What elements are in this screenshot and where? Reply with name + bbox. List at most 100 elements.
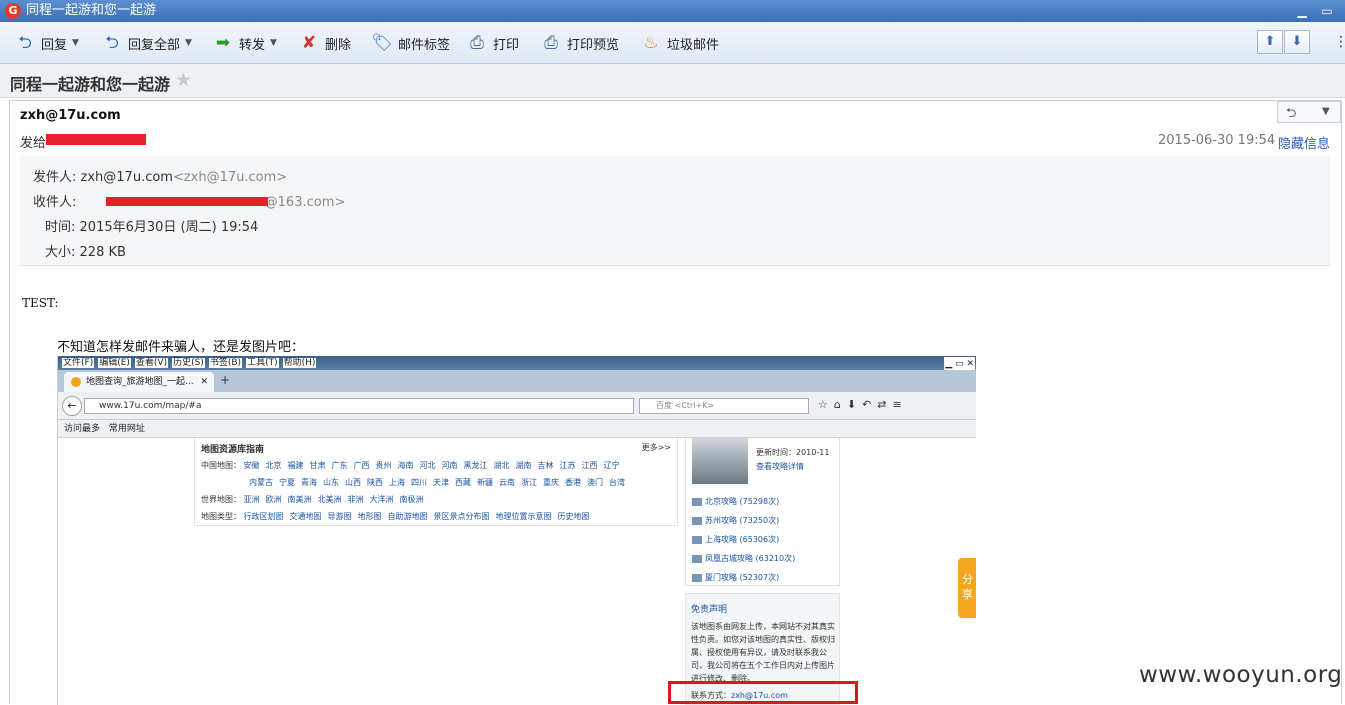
china-label: 中国地图： [201, 461, 241, 470]
china-province-link: 重庆 [543, 478, 559, 487]
guide-icon [692, 554, 702, 563]
world-region-link: 南美洲 [287, 495, 312, 504]
china-province-link: 内蒙古 [249, 478, 273, 487]
type-links: 行政区划图 交通地图 导游图 地形图 自助游地图 景区景点分布图 地理位置示意图 历史地图 [244, 512, 596, 521]
time-value: 2015年6月30日 (周二) 19:54 [79, 220, 259, 235]
redaction-mark [106, 197, 268, 206]
embedded-tab-title: 地图查询_旅游地图_一起... [86, 377, 194, 387]
sender-name[interactable]: zxh@17u.com [81, 170, 173, 185]
update-time: 更新时间：2010-11 [756, 448, 830, 457]
print-preview-icon: ⎙ [544, 33, 558, 53]
china-map-row-1: 中国地图： 安徽 北京 福建 甘肃 广东 广西 贵州 海南 河北 河南 黑龙江 湖北 湖南 吉林 江苏 江西辽… [201, 460, 626, 471]
embedded-urlbar: ← www.17u.com/map/#a 百度 <Ctrl+K> ☆⌂⬇↶⇄≡ [58, 392, 976, 420]
redaction-mark [46, 134, 146, 145]
chevron-down-icon[interactable]: ▼ [1322, 106, 1330, 117]
reply-button[interactable]: ⮌ 回复 ▼ [14, 31, 79, 55]
guide-item: 上海攻略 (65306次) [692, 534, 779, 545]
window-titlebar: G 同程一起游和您一起游 ▁ ▭ [0, 0, 1345, 22]
china-province-link: 香港 [565, 478, 581, 487]
quick-reply-icon[interactable]: ⮌ [1286, 104, 1296, 126]
prev-mail-button[interactable]: ⬆ [1257, 30, 1283, 54]
china-province-link: 浙江 [521, 478, 537, 487]
guide-item: 苏州攻略 (73250次) [692, 515, 779, 526]
china-province-link: 辽宁 [603, 461, 620, 470]
reply-label: 回复 [41, 37, 68, 53]
hide-info-link[interactable]: 隐藏信息 [1278, 133, 1330, 152]
map-type-row: 地图类型： 行政区划图 交通地图 导游图 地形图 自助游地图 景区景点分布图 地理位置示意图… [201, 511, 596, 522]
menu-bookmarks: 书签(B) [208, 358, 243, 368]
chevron-down-icon[interactable]: ▼ [270, 38, 277, 48]
print-preview-button[interactable]: ⎙ 打印预览 [540, 31, 619, 55]
map-type-link: 交通地图 [289, 512, 322, 521]
grid-menu-icon[interactable]: ⋮⋮ [1334, 34, 1345, 50]
mail-toolbar: ⮌ 回复 ▼ ⮌ 回复全部 ▼ ➡ 转发 ▼ ✘ 删除 🏷 邮件标签 ⎙ 打印 … [0, 22, 1345, 64]
subject-bar: 同程一起游和您一起游 ★ [0, 64, 1345, 98]
favicon-icon [71, 377, 81, 387]
embedded-search: 百度 <Ctrl+K> [639, 398, 809, 414]
star-icon[interactable]: ★ [175, 69, 192, 91]
sender-label: 发件人: [33, 170, 77, 185]
map-resource-guide: 地图资源库指南 更多>> 中国地图： 安徽 北京 福建 甘肃 广东 广西 贵州 海南 河北 河南黑… [194, 438, 678, 526]
embedded-window-controls-icon: ▁ ▭ ✕ [944, 357, 975, 371]
mail-datetime: 2015-06-30 19:54 [1158, 133, 1276, 148]
print-preview-label: 打印预览 [567, 37, 620, 53]
maximize-icon[interactable]: ▭ [1318, 2, 1336, 20]
chevron-down-icon[interactable]: ▼ [72, 38, 79, 48]
size-value: 228 KB [79, 245, 126, 260]
size-label: 大小: [45, 245, 76, 260]
china-province-link: 北京 [265, 461, 282, 470]
reply-all-button[interactable]: ⮌ 回复全部 ▼ [101, 31, 192, 55]
china-province-link: 贵州 [375, 461, 392, 470]
world-links: 亚洲 欧洲 南美洲 北美洲 非洲 大洋洲 南极洲 [244, 495, 430, 504]
china-province-link: 青海 [301, 478, 317, 487]
embedded-tab: 地图查询_旅游地图_一起... ✕ [64, 372, 214, 392]
view-guide-link: 查看攻略详情 [756, 462, 804, 471]
forward-button[interactable]: ➡ 转发 ▼ [212, 31, 277, 55]
watermark: www.wooyun.org [1139, 662, 1343, 688]
china-province-link: 山西 [345, 478, 361, 487]
fire-icon: ♨ [643, 33, 659, 53]
chevron-down-icon[interactable]: ▼ [185, 38, 192, 48]
world-region-link: 非洲 [347, 495, 364, 504]
spam-button[interactable]: ♨ 垃圾邮件 [640, 31, 719, 55]
plus-icon: + [220, 373, 231, 387]
guide-icon [692, 535, 702, 544]
print-button[interactable]: ⎙ 打印 [466, 31, 519, 55]
china-province-link: 江苏 [559, 461, 576, 470]
arrow-down-icon: ⬇ [1291, 34, 1303, 49]
next-mail-button[interactable]: ⬇ [1284, 30, 1310, 54]
print-label: 打印 [493, 37, 520, 53]
disclaimer-title: 免责声明 [691, 605, 728, 615]
china-province-link: 湖北 [493, 461, 510, 470]
disclaimer-text: 该地图系由网友上传，本网站不对其真实性负责。如您对该地图的真实性、版权归属、授权… [691, 622, 835, 683]
china-province-link: 广东 [331, 461, 348, 470]
reply-arrow-icon: ⮌ [18, 33, 32, 53]
menu-edit: 编辑(E) [98, 358, 131, 368]
send-to-label: 发给 [20, 136, 47, 151]
map-guide-title: 地图资源库指南 [201, 445, 265, 455]
close-icon: ✕ [200, 377, 208, 387]
reply-all-label: 回复全部 [128, 37, 181, 53]
minimize-icon[interactable]: ▁ [1293, 2, 1311, 20]
china-province-link: 天津 [433, 478, 449, 487]
map-type-link: 景区景点分布图 [433, 512, 490, 521]
app-logo-icon: G [5, 3, 21, 19]
forward-arrow-icon: ➡ [215, 33, 231, 53]
map-type-link: 历史地图 [557, 512, 590, 521]
menu-help: 帮助(H) [282, 358, 317, 368]
world-region-link: 亚洲 [243, 495, 260, 504]
china-province-link: 吉林 [537, 461, 554, 470]
tag-button[interactable]: 🏷 邮件标签 [371, 31, 450, 55]
guide-icon [692, 497, 702, 506]
mail-info-box: 发件人: zxh@17u.com<zxh@17u.com> 收件人: .@163… [20, 156, 1330, 266]
delete-button[interactable]: ✘ 删除 [298, 31, 351, 55]
china-province-link: 台湾 [609, 478, 625, 487]
world-region-link: 欧洲 [265, 495, 282, 504]
map-guide-more: 更多>> [641, 443, 671, 452]
map-type-link: 地理位置示意图 [495, 512, 552, 521]
map-type-link: 自助游地图 [387, 512, 428, 521]
city-thumbnail [692, 438, 748, 484]
embedded-tabbar: 地图查询_旅游地图_一起... ✕ + [58, 370, 976, 392]
back-arrow-icon: ← [62, 396, 82, 416]
embedded-page: 地图资源库指南 更多>> 中国地图： 安徽 北京 福建 甘肃 广东 广西 贵州 海南 河北 河南黑… [58, 438, 976, 705]
